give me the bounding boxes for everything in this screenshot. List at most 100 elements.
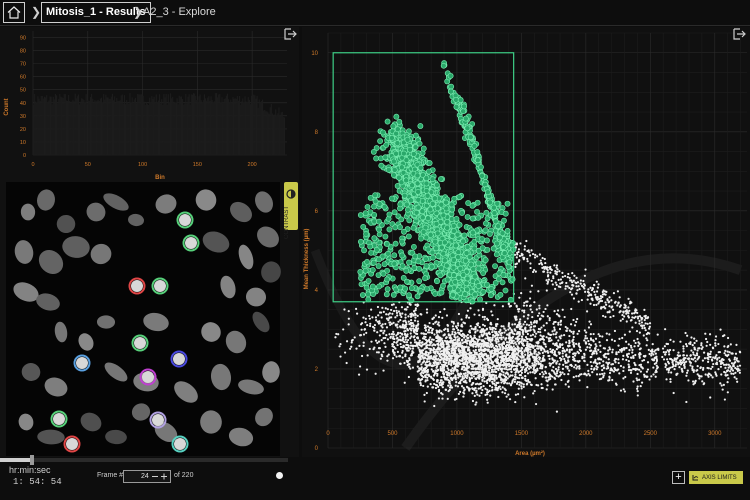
scatter-point — [478, 394, 481, 397]
histogram-xtick: 200 — [248, 162, 257, 168]
scatter-point — [487, 342, 490, 345]
scatter-point — [650, 352, 653, 355]
scatter-point — [694, 379, 697, 382]
scatter-point — [587, 369, 590, 372]
scatter-point — [546, 282, 549, 285]
scatter-point — [511, 349, 514, 352]
scatter-point — [682, 358, 685, 361]
scatter-point — [380, 324, 383, 327]
scatter-point — [462, 333, 466, 336]
scatter-point — [438, 381, 441, 385]
cell-image[interactable] — [0, 182, 299, 457]
scatter-point — [502, 357, 505, 360]
tracked-cell[interactable] — [76, 357, 88, 369]
tracked-cell[interactable] — [134, 337, 146, 349]
scatter-point — [423, 393, 426, 396]
scatter-point — [545, 279, 548, 282]
scatter-point — [399, 342, 402, 346]
scatter-point — [645, 344, 648, 347]
scatter-point — [486, 373, 489, 376]
scatter-point — [637, 344, 640, 347]
export-icon[interactable] — [283, 28, 297, 40]
scatter-point — [636, 337, 639, 341]
histogram-bar — [48, 100, 50, 155]
scatter-point — [608, 346, 611, 349]
scatter-point — [719, 365, 723, 368]
scatter-point — [709, 350, 712, 353]
scatter-point — [729, 370, 732, 373]
scatter-point — [437, 361, 440, 364]
scatter-point — [721, 388, 724, 391]
scatter-point — [509, 304, 513, 308]
scatter-point — [553, 351, 556, 354]
scatter-point — [552, 275, 555, 278]
scatter-point — [391, 343, 395, 346]
scatter-point — [577, 360, 580, 363]
scatter-point — [494, 344, 498, 347]
scatter-point — [447, 390, 450, 393]
histogram-bar — [271, 113, 273, 155]
scatter-point — [516, 253, 519, 256]
scatter-point — [448, 380, 451, 383]
histogram-bar — [226, 93, 229, 155]
scatter-point — [521, 352, 524, 355]
scatter-point — [578, 365, 581, 368]
scatter-point — [700, 344, 703, 347]
scatter-point — [601, 372, 604, 376]
tracked-cell[interactable] — [152, 414, 164, 426]
histogram-bar — [173, 101, 175, 155]
scatter-point — [621, 336, 624, 340]
scatter-point — [557, 278, 560, 281]
histogram-bar — [195, 95, 197, 155]
scatter-point — [541, 365, 544, 368]
scatter-plot[interactable]: 0246810 0 500 1000 1500 2000 2500 3000 Area (µ… — [302, 27, 750, 457]
scatter-point — [533, 363, 536, 366]
scatter-point — [591, 286, 594, 290]
scatter-point — [473, 360, 476, 363]
scatter-point — [467, 346, 470, 349]
scatter-point — [541, 266, 544, 270]
scatter-point — [684, 356, 687, 360]
scatter-point — [736, 365, 739, 368]
tracked-cell[interactable] — [173, 353, 185, 365]
tracked-cell[interactable] — [154, 280, 166, 292]
tracked-cell[interactable] — [185, 237, 197, 249]
scatter-point — [432, 351, 436, 354]
histogram-bar — [231, 103, 233, 155]
scatter-point — [491, 328, 494, 331]
histogram-bar — [201, 102, 203, 155]
histogram-bar — [205, 98, 207, 155]
scatter-point — [450, 386, 454, 389]
scatter-point — [529, 266, 532, 270]
scatter-point — [424, 353, 427, 356]
home-button[interactable] — [3, 2, 25, 23]
histogram-bar — [56, 95, 58, 155]
tracked-cell[interactable] — [66, 438, 78, 450]
scatter-point — [459, 390, 462, 393]
scatter-point — [726, 381, 729, 384]
tracked-cell[interactable] — [174, 438, 186, 450]
scatter-point — [668, 353, 671, 356]
scatter-point — [395, 355, 398, 358]
scatter-point — [398, 354, 401, 357]
scatter-point — [430, 376, 433, 379]
tracked-cell[interactable] — [179, 214, 191, 226]
tracked-cell[interactable] — [142, 371, 154, 383]
tracked-cell[interactable] — [131, 280, 143, 292]
scatter-point — [565, 329, 568, 332]
histogram-bar — [208, 96, 210, 155]
contrast-tab[interactable]: CONTRAST — [284, 182, 298, 239]
histogram-bar — [97, 99, 99, 155]
scatter-point — [497, 330, 501, 334]
scatter-point — [424, 324, 427, 327]
scatter-point — [527, 345, 531, 348]
scatter-point — [507, 303, 510, 306]
scatter-point — [450, 357, 453, 360]
scatter-point — [503, 327, 506, 330]
scatter-point — [702, 366, 705, 370]
scatter-point — [636, 385, 639, 388]
histogram-bar — [242, 98, 244, 155]
scatter-point — [547, 354, 550, 358]
scatter-point — [504, 381, 507, 384]
tracked-cell[interactable] — [53, 413, 65, 425]
